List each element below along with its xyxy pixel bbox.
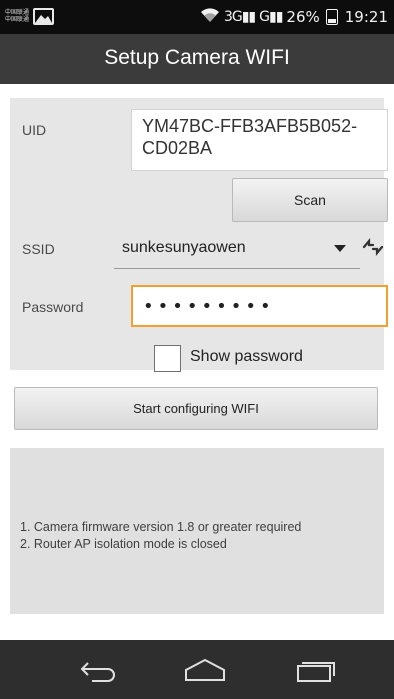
title-bar: Setup Camera WIFI [0, 34, 394, 84]
uid-label: UID [22, 122, 47, 138]
recent-apps-icon[interactable] [296, 658, 336, 686]
carrier-label: 中国联通 中国联通 [5, 9, 29, 23]
wifi-icon [200, 7, 220, 27]
battery-icon [325, 9, 338, 25]
page-title: Setup Camera WIFI [104, 46, 290, 69]
navigation-bar [0, 640, 394, 699]
status-bar: 中国联通 中国联通 3G▮▮ G▮▮ 26% 19:21 [0, 0, 394, 34]
scan-button[interactable]: Scan [232, 178, 388, 222]
requirement-note-1: 1. Camera firmware version 1.8 or greate… [20, 520, 302, 534]
ssid-dropdown[interactable]: sunkesunyaowen [114, 227, 360, 269]
signal-icon-2: G▮▮ [259, 9, 283, 25]
password-field[interactable]: ••••••••• [131, 285, 388, 327]
carrier-line-1: 中国联通 [5, 9, 30, 16]
setup-form-panel: UID YM47BC-FFB3AFB5B052-CD02BA Scan SSID… [10, 98, 388, 372]
chevron-down-icon [334, 245, 346, 252]
main-content: UID YM47BC-FFB3AFB5B052-CD02BA Scan SSID… [0, 84, 394, 640]
show-password-label[interactable]: Show password [190, 348, 303, 366]
battery-percent: 26% [286, 8, 320, 26]
clock: 19:21 [344, 8, 388, 26]
start-configuring-button[interactable]: Start configuring WIFI [14, 387, 378, 430]
ssid-selected-value: sunkesunyaowen [122, 239, 246, 256]
home-icon[interactable] [184, 658, 226, 686]
carrier-line-2: 中国联通 [5, 16, 30, 23]
password-label: Password [22, 299, 84, 315]
requirements-panel: 1. Camera firmware version 1.8 or greate… [10, 448, 384, 614]
image-notification-icon [33, 8, 54, 25]
refresh-icon[interactable] [362, 237, 384, 257]
show-password-checkbox[interactable] [154, 345, 181, 372]
signal-icon: 3G▮▮ [223, 9, 256, 25]
back-icon[interactable] [78, 658, 120, 686]
status-indicators: 3G▮▮ G▮▮ 26% 19:21 [200, 7, 388, 27]
requirement-note-2: 2. Router AP isolation mode is closed [20, 537, 227, 551]
ssid-label: SSID [22, 241, 55, 257]
uid-field[interactable]: YM47BC-FFB3AFB5B052-CD02BA [131, 109, 388, 171]
